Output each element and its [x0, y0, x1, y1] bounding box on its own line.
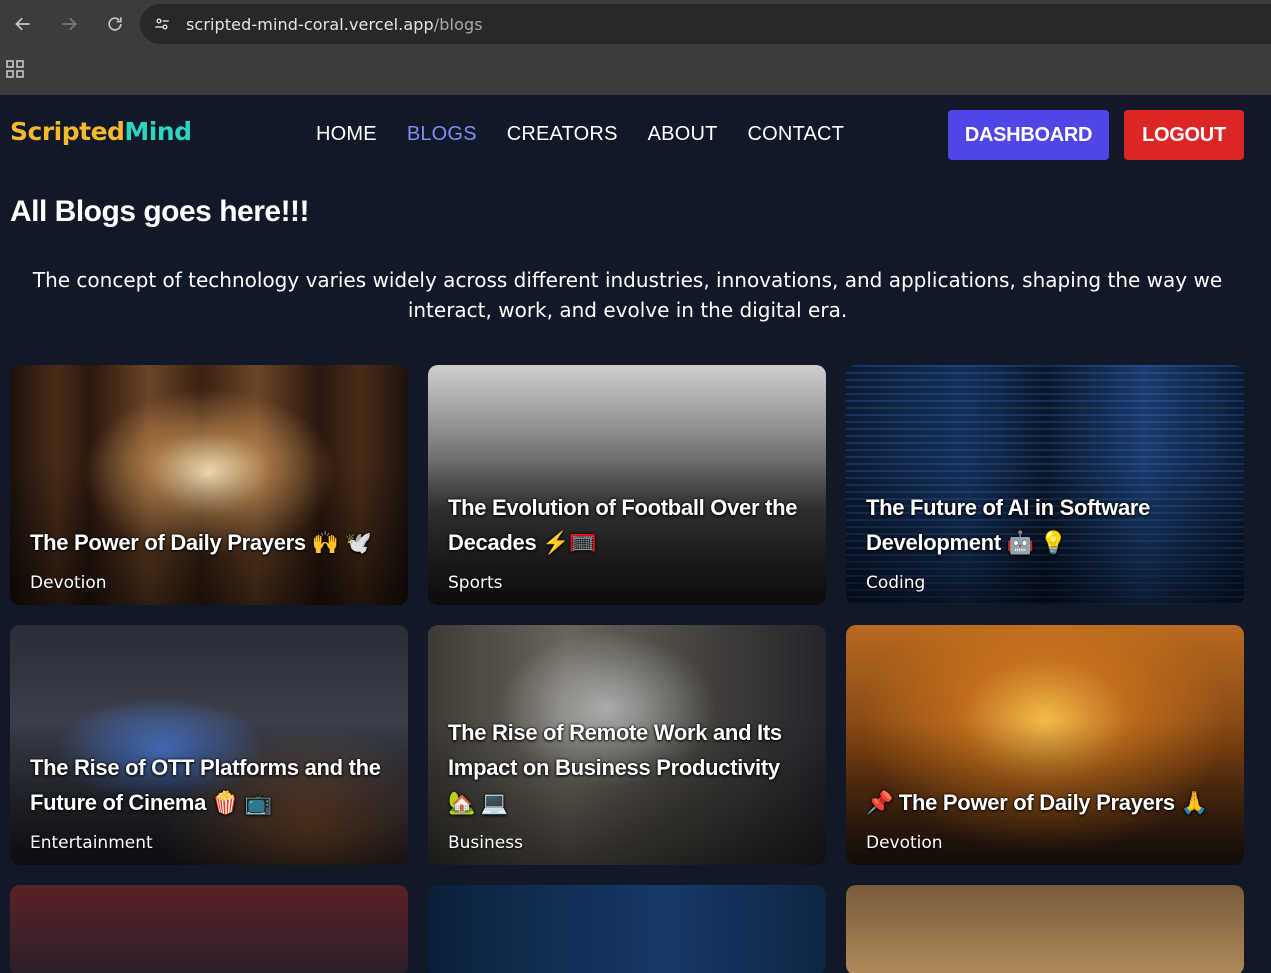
page-title: All Blogs goes here!!!	[10, 195, 310, 228]
card-title: The Rise of OTT Platforms and the Future…	[30, 755, 381, 815]
card-image	[428, 365, 826, 605]
blog-card[interactable]: The Power of Daily Prayers 🙌 🕊️ Devotion	[10, 365, 408, 605]
card-image	[10, 365, 408, 605]
url-path: /blogs	[433, 14, 483, 34]
blog-card[interactable]: The Rise of Remote Work and Its Impact o…	[428, 625, 826, 865]
card-category: Business	[448, 833, 523, 853]
blog-card[interactable]: The Rise of OTT Platforms and the Future…	[10, 625, 408, 865]
blog-card[interactable]: The Evolution of Football Over the Decad…	[428, 365, 826, 605]
blog-card-partial[interactable]	[10, 885, 408, 973]
site-info-icon[interactable]	[144, 8, 180, 40]
card-title: 📌 The Power of Daily Prayers 🙏	[866, 790, 1208, 815]
logo-part-1: Scripted	[10, 117, 125, 146]
blog-card[interactable]: 📌 The Power of Daily Prayers 🙏 Devotion	[846, 625, 1244, 865]
blog-card[interactable]: The Future of AI in Software Development…	[846, 365, 1244, 605]
back-icon[interactable]	[0, 0, 46, 48]
nav-blogs[interactable]: BLOGS	[407, 123, 477, 146]
nav-about[interactable]: ABOUT	[648, 123, 718, 146]
blog-card-partial[interactable]	[846, 885, 1244, 973]
card-image	[846, 625, 1244, 865]
card-category: Entertainment	[30, 833, 153, 853]
dashboard-button[interactable]: DASHBOARD	[948, 110, 1109, 160]
nav-home[interactable]: HOME	[316, 123, 377, 146]
apps-grid-icon[interactable]	[6, 60, 24, 78]
address-bar[interactable]: scripted-mind-coral.vercel.app/blogs	[140, 4, 1271, 44]
main-nav: HOME BLOGS CREATORS ABOUT CONTACT	[316, 123, 844, 146]
card-category: Devotion	[30, 573, 107, 593]
card-image	[10, 625, 408, 865]
card-image	[846, 365, 1244, 605]
card-title: The Future of AI in Software Development…	[866, 495, 1151, 555]
card-category: Coding	[866, 573, 926, 593]
browser-toolbar: scripted-mind-coral.vercel.app/blogs	[0, 0, 1271, 48]
page-intro: The concept of technology varies widely …	[32, 268, 1223, 322]
card-category: Sports	[448, 573, 503, 593]
card-title: The Power of Daily Prayers 🙌 🕊️	[30, 530, 372, 555]
logo-part-2: Mind	[124, 117, 192, 146]
bookmarks-bar	[0, 48, 1271, 95]
site-logo[interactable]: ScriptedMind	[10, 117, 192, 146]
nav-creators[interactable]: CREATORS	[507, 123, 618, 146]
card-title: The Rise of Remote Work and Its Impact o…	[448, 720, 782, 815]
site-page: ScriptedMind HOME BLOGS CREATORS ABOUT C…	[0, 95, 1271, 973]
forward-icon[interactable]	[46, 0, 92, 48]
card-title: The Evolution of Football Over the Decad…	[448, 495, 798, 555]
nav-contact[interactable]: CONTACT	[748, 123, 845, 146]
card-category: Devotion	[866, 833, 943, 853]
url-text[interactable]: scripted-mind-coral.vercel.app/blogs	[186, 15, 483, 34]
blog-card-partial[interactable]	[428, 885, 826, 973]
reload-icon[interactable]	[92, 0, 138, 48]
url-host: scripted-mind-coral.vercel.app	[186, 14, 434, 34]
logout-button[interactable]: LOGOUT	[1124, 110, 1244, 160]
